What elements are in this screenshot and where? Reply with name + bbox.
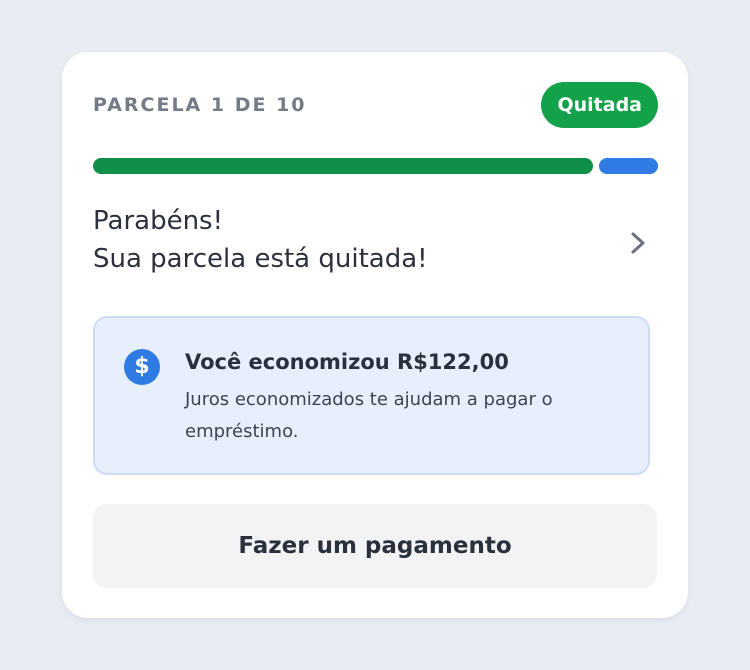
card-header: PARCELA 1 DE 10 Quitada — [93, 82, 658, 128]
dollar-icon: $ — [124, 349, 160, 385]
chevron-right-icon[interactable] — [626, 226, 650, 260]
savings-description: Juros economizados te ajudam a pagar o e… — [185, 389, 553, 442]
congrats-row[interactable]: Parabéns! Sua parcela está quitada! — [93, 202, 658, 286]
installment-card: PARCELA 1 DE 10 Quitada Parabéns! Sua pa… — [62, 52, 688, 618]
congrats-subtitle: Sua parcela está quitada! — [93, 244, 428, 274]
installment-progress-bar — [93, 158, 658, 174]
savings-info-box: $ Você economizou R$122,00 Juros economi… — [93, 316, 650, 475]
progress-saved-segment — [599, 158, 658, 174]
status-badge: Quitada — [541, 82, 658, 128]
progress-paid-segment — [93, 158, 593, 174]
congrats-message: Parabéns! Sua parcela está quitada! — [93, 202, 428, 278]
installment-label: PARCELA 1 DE 10 — [93, 94, 307, 116]
savings-title: Você economizou R$122,00 — [185, 350, 509, 374]
make-payment-button[interactable]: Fazer um pagamento — [93, 504, 657, 588]
congrats-title: Parabéns! — [93, 206, 224, 236]
